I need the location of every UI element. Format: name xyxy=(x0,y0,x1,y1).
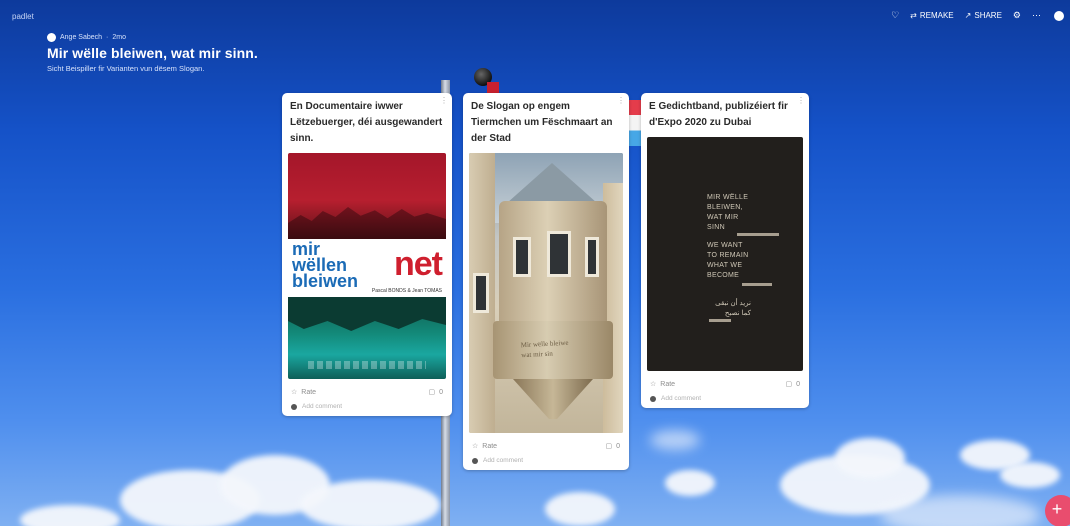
add-post-button[interactable]: + xyxy=(1045,495,1070,526)
avatar xyxy=(650,395,656,402)
share-label: SHARE xyxy=(974,11,1002,20)
page-subtitle: Sicht Beispiller fir Varianten vun dësem… xyxy=(47,64,205,73)
cloud xyxy=(300,480,440,526)
author-name[interactable]: Ange Sabech xyxy=(60,34,102,41)
post-card[interactable]: ⋮ En Documentaire iwwer Lëtzebuerger, dé… xyxy=(282,93,452,416)
comment-icon: ▢ xyxy=(785,381,793,388)
post-menu-icon[interactable]: ⋮ xyxy=(617,96,625,105)
poster-title: mir wëllen bleiwen xyxy=(292,239,359,291)
cloud xyxy=(665,470,715,496)
add-comment[interactable]: Add comment xyxy=(288,403,446,410)
comments-count[interactable]: ▢ 0 xyxy=(428,388,443,397)
post-image[interactable]: mir wëllen bleiwen net Pascal BONDS & Je… xyxy=(288,153,446,379)
post-title: De Slogan op engem Tiermchen um Fëschmaa… xyxy=(471,101,613,144)
comment-icon: ▢ xyxy=(605,443,613,450)
heart-icon[interactable]: ♡ xyxy=(891,10,899,21)
gear-icon[interactable]: ⚙ xyxy=(1013,10,1021,21)
rate-label: Rate xyxy=(482,442,498,450)
poster-bottom xyxy=(288,297,446,379)
cloud xyxy=(880,495,1040,526)
post-menu-icon[interactable]: ⋮ xyxy=(797,96,805,105)
add-comment[interactable]: Add comment xyxy=(647,395,803,402)
post-title: E Gedichtband, publizéiert fir d'Expo 20… xyxy=(649,101,788,128)
comment-input[interactable]: Add comment xyxy=(661,395,701,402)
post-card[interactable]: ⋮ E Gedichtband, publizéiert fir d'Expo … xyxy=(641,93,809,408)
cloud xyxy=(650,430,700,450)
comment-input[interactable]: Add comment xyxy=(483,457,523,464)
cloud xyxy=(1000,462,1060,488)
remake-button[interactable]: ⇄ REMAKE xyxy=(910,11,954,20)
star-icon: ☆ xyxy=(291,389,298,396)
top-actions: ♡ ⇄ REMAKE ↗ SHARE ⚙ ⋯ xyxy=(891,10,1070,21)
rate-button[interactable]: ☆ Rate xyxy=(650,380,676,389)
add-comment[interactable]: Add comment xyxy=(469,457,623,464)
post-footer: ☆ Rate ▢ 0 xyxy=(288,388,446,397)
poem-arabic: نريد أن نبقى كما نصبح xyxy=(715,300,751,317)
avatar xyxy=(472,457,478,464)
poster-title-net: net xyxy=(394,245,443,283)
padlet-header: Ange Sabech · 2mo Mir wëlle bleiwen, wat… xyxy=(47,33,258,73)
post-age: 2mo xyxy=(112,34,127,41)
cloud xyxy=(835,438,905,478)
avatar[interactable] xyxy=(47,33,56,42)
star-icon: ☆ xyxy=(472,443,479,450)
author-row: Ange Sabech · 2mo xyxy=(47,33,258,42)
post-footer: ☆ Rate ▢ 0 xyxy=(469,442,623,451)
separator: · xyxy=(106,34,109,41)
post-title: En Documentaire iwwer Lëtzebuerger, déi … xyxy=(290,101,443,144)
comments-count[interactable]: ▢ 0 xyxy=(785,380,800,389)
tower xyxy=(499,201,607,331)
poem-text: MIR WËLLE BLEIWEN, WAT MIR SINN WE WANT … xyxy=(707,194,749,279)
share-icon: ↗ xyxy=(964,11,972,20)
poster-credit: Pascal BONDS & Jean TOMAS xyxy=(371,288,442,294)
remake-icon: ⇄ xyxy=(910,11,917,20)
rate-label: Rate xyxy=(660,380,676,388)
poster-title-area: mir wëllen bleiwen net Pascal BONDS & Je… xyxy=(288,239,446,297)
remake-label: REMAKE xyxy=(919,11,954,20)
post-card[interactable]: ⋮ De Slogan op engem Tiermchen um Fëschm… xyxy=(463,93,629,470)
post-image[interactable]: Mir wëlle bleiwe wat mir sin xyxy=(469,153,623,433)
more-icon[interactable]: ⋯ xyxy=(1032,10,1041,21)
comment-input[interactable]: Add comment xyxy=(302,403,342,410)
rate-button[interactable]: ☆ Rate xyxy=(472,442,498,451)
comment-icon: ▢ xyxy=(428,389,436,396)
rate-button[interactable]: ☆ Rate xyxy=(291,388,317,397)
post-footer: ☆ Rate ▢ 0 xyxy=(647,380,803,389)
plus-icon: + xyxy=(1051,498,1063,519)
post-menu-icon[interactable]: ⋮ xyxy=(440,96,448,105)
post-image[interactable]: MIR WËLLE BLEIWEN, WAT MIR SINN WE WANT … xyxy=(647,137,803,371)
star-icon: ☆ xyxy=(650,381,657,388)
page-title: Mir wëlle bleiwen, wat mir sinn. xyxy=(47,45,258,61)
rate-label: Rate xyxy=(301,388,317,396)
tower-inscription: Mir wëlle bleiwe wat mir sin xyxy=(520,338,569,360)
comments-count[interactable]: ▢ 0 xyxy=(605,442,620,451)
app-brand[interactable]: padlet xyxy=(12,12,34,21)
cloud xyxy=(20,505,120,526)
tower-corbel xyxy=(513,379,593,419)
share-button[interactable]: ↗ SHARE xyxy=(965,11,1002,20)
avatar xyxy=(291,403,297,410)
cloud xyxy=(545,492,615,526)
account-avatar[interactable] xyxy=(1054,10,1064,21)
poster-top xyxy=(288,153,446,239)
